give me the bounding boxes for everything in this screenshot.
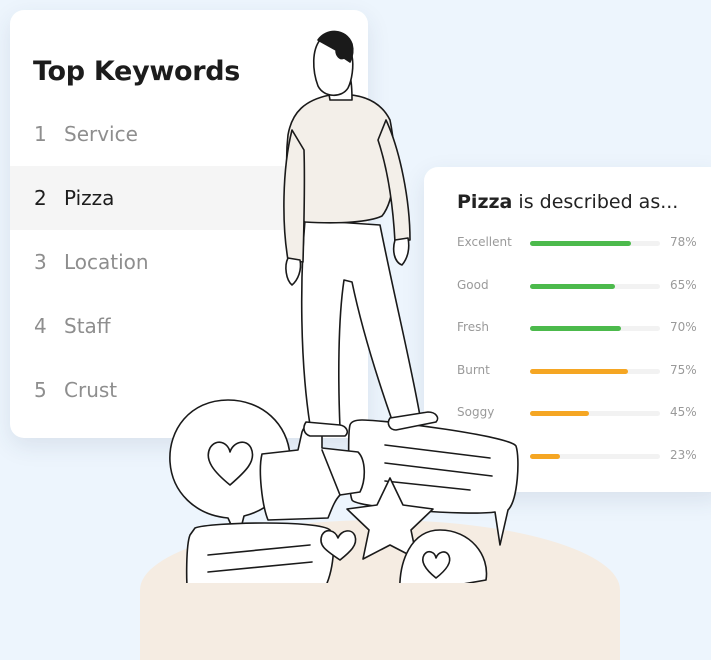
standing-person-figure [283,30,439,437]
lower-chat-bubble-icon [185,522,334,583]
person-on-reviews-illustration [169,30,519,583]
